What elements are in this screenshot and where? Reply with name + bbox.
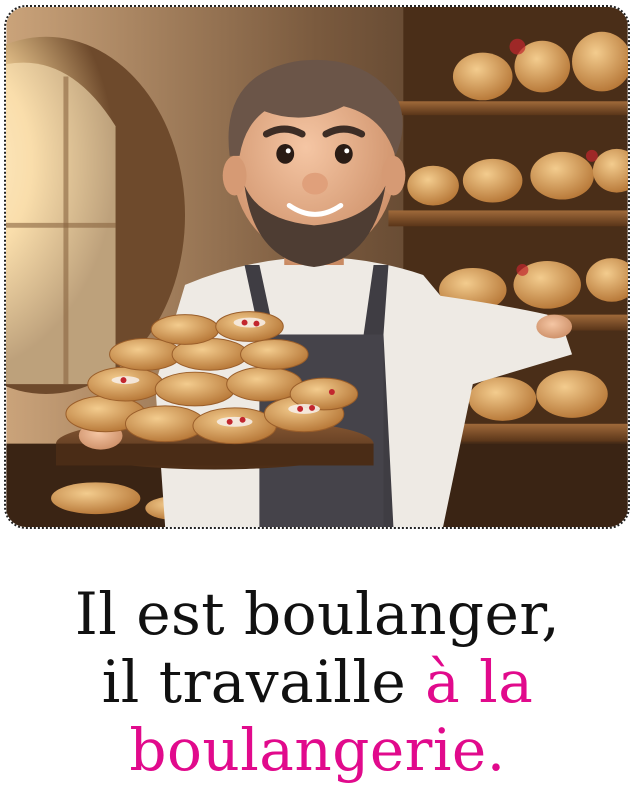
caption-highlight-a-la: à la [425,648,534,716]
caption-line-2: il travaille à la [0,648,635,716]
caption-line-2-text: il travaille [101,648,426,716]
baker-illustration [6,7,628,527]
caption-line-1: Il est boulanger, [74,580,561,648]
caption: Il est boulanger, il travaille à la boul… [0,580,635,784]
baker-illustration-frame [4,5,630,529]
caption-highlight-boulangerie: boulangerie. [129,716,506,784]
